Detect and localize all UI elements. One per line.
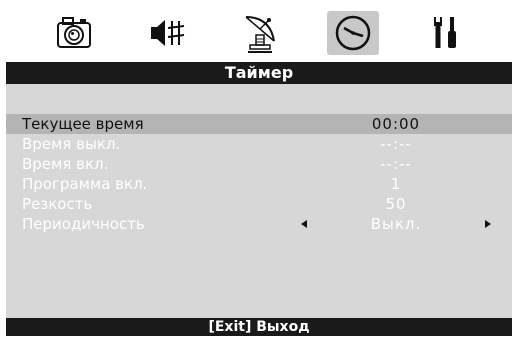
menu-item-label: Текущее время [22,115,144,133]
tab-sound[interactable] [138,4,198,62]
camera-icon [57,17,91,48]
menu-item-label: Периодичность [22,215,145,233]
menu-list: Текущее время 00:00 Время выкл. --:-- Вр… [6,84,512,318]
tab-channel[interactable] [230,4,290,62]
clock-icon [335,15,371,51]
audio-icon [151,20,185,46]
menu-item-value: 50 [385,195,407,213]
menu-tab-bar [6,4,512,62]
menu-item-label: Резкость [22,195,93,213]
menu-item-value: Выкл. [370,215,422,233]
menu-item-off-time[interactable]: Время выкл. --:-- [6,134,512,154]
tab-timer[interactable] [323,4,383,62]
menu-item-on-program[interactable]: Программа вкл. 1 [6,174,512,194]
tools-icon [434,17,456,48]
menu-item-label: Время вкл. [22,155,109,173]
exit-hint: [Exit] Выход [6,318,512,336]
menu-item-value: --:-- [380,155,412,173]
menu-title: Таймер [6,62,512,84]
arrow-left-icon[interactable] [301,220,307,228]
menu-item-value: 00:00 [371,115,421,133]
menu-item-label: Время выкл. [22,135,121,153]
tab-setup[interactable] [415,4,475,62]
menu-item-value: --:-- [380,135,412,153]
menu-item-on-time[interactable]: Время вкл. --:-- [6,154,512,174]
menu-item-current-time[interactable]: Текущее время 00:00 [6,114,512,134]
menu-item-sharpness[interactable]: Резкость 50 [6,194,512,214]
osd-menu: Таймер Текущее время 00:00 Время выкл. -… [6,4,512,336]
satellite-dish-icon [245,16,275,53]
menu-item-value: 1 [390,175,402,193]
menu-item-label: Программа вкл. [22,175,148,193]
menu-item-periodicity[interactable]: Периодичность Выкл. [6,214,512,234]
tab-picture[interactable] [44,4,104,62]
arrow-right-icon[interactable] [485,220,491,228]
